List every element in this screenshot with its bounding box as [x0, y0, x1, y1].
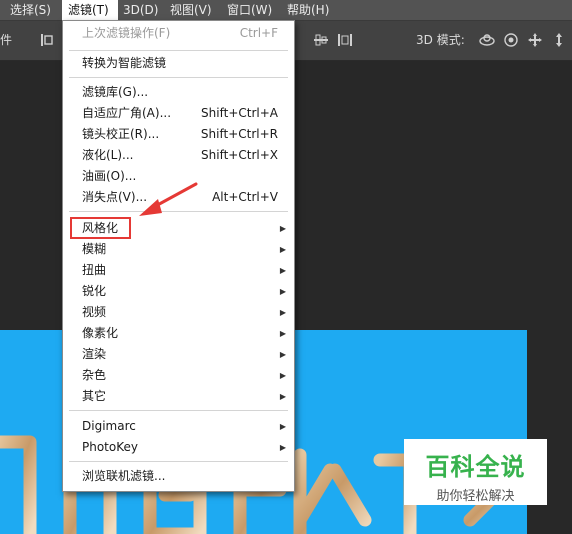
watermark-title: 百科全说 — [425, 453, 526, 481]
watermark-subtitle: 助你轻松解决 — [436, 489, 515, 504]
watermark-logo: 百科全说 助你轻松解决 — [404, 439, 547, 505]
